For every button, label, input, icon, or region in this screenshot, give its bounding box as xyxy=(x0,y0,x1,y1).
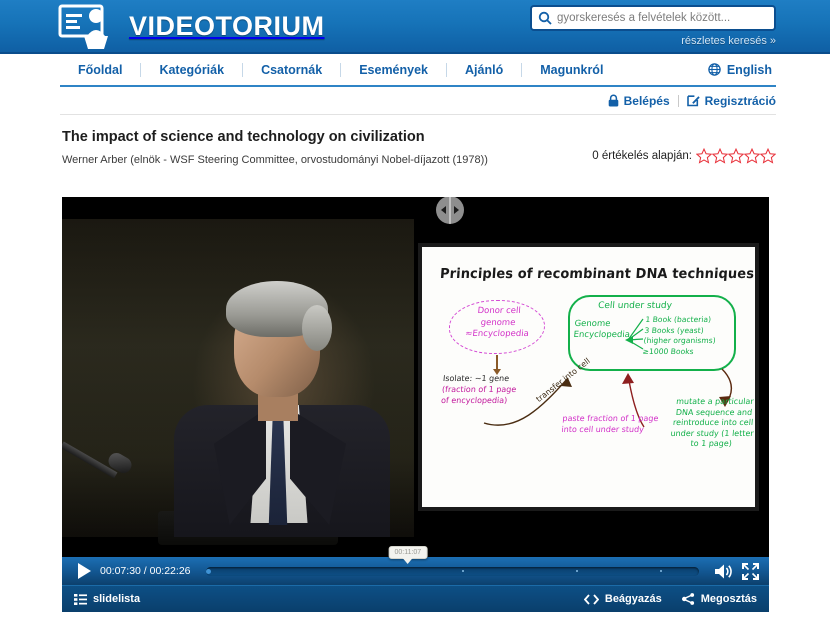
share-icon xyxy=(681,593,694,605)
slide-content: Principles of recombinant DNA techniques… xyxy=(422,247,755,507)
cell-under-study-label: Cell under study xyxy=(597,301,673,311)
volume-icon[interactable] xyxy=(714,563,733,580)
split-left-arrow-icon xyxy=(441,206,446,214)
lock-icon xyxy=(608,94,618,107)
slide-pane[interactable]: Principles of recombinant DNA techniques… xyxy=(418,243,759,511)
speaker-frame xyxy=(62,219,414,545)
player-stage[interactable]: Principles of recombinant DNA techniques… xyxy=(62,197,769,557)
account-separator xyxy=(677,94,679,107)
fullscreen-icon[interactable] xyxy=(742,562,759,580)
globe-icon xyxy=(708,63,721,76)
register-link[interactable]: Regisztráció xyxy=(686,93,776,108)
account-bar: Belépés Regisztráció xyxy=(0,87,830,115)
login-link[interactable]: Belépés xyxy=(608,94,670,108)
slide-marker[interactable] xyxy=(575,570,578,572)
language-switcher[interactable]: English xyxy=(708,63,776,77)
search-area: részletes keresés » xyxy=(530,5,776,47)
mutate-text: mutate a particular DNA sequence and rei… xyxy=(670,397,755,449)
main-navigation: Főoldal Kategóriák Csatornák Események A… xyxy=(0,54,830,87)
page-title: The impact of science and technology on … xyxy=(62,129,425,145)
embed-button[interactable]: Beágyazás xyxy=(583,593,662,605)
rating-label: 0 értékelés alapján: xyxy=(592,150,692,162)
books-line-4: ≥1000 Books xyxy=(642,346,695,356)
register-label: Regisztráció xyxy=(704,93,776,108)
donor-cell-label: Donor cell genome ≈Encyclopedia xyxy=(464,306,530,339)
lectern-presenter-icon xyxy=(58,4,108,49)
player-controls[interactable]: 00:07:30 / 00:22:26 00:11:07 xyxy=(62,546,769,585)
star-icon-3[interactable] xyxy=(728,148,744,164)
slide-marker[interactable] xyxy=(462,570,465,572)
search-icon xyxy=(538,11,552,25)
rating-stars[interactable] xyxy=(696,148,776,164)
play-icon[interactable] xyxy=(78,563,91,579)
pencil-square-icon xyxy=(686,95,700,107)
isolate-line-1: Isolate: ~1 gene xyxy=(442,374,510,383)
books-line-2: 3 Books (yeast) xyxy=(644,325,705,335)
slidelist-button[interactable]: slidelista xyxy=(74,593,140,605)
video-player[interactable]: Principles of recombinant DNA techniques… xyxy=(62,197,769,612)
star-icon-1[interactable] xyxy=(696,148,712,164)
share-label: Megosztás xyxy=(700,593,757,605)
nav-item-kategoriak[interactable]: Kategóriák xyxy=(141,63,242,77)
list-icon xyxy=(74,593,87,605)
genome-encyclopedia-label: Genome Encyclopedia xyxy=(573,319,631,340)
language-label: English xyxy=(726,62,772,77)
star-icon-2[interactable] xyxy=(712,148,728,164)
time-display: 00:07:30 / 00:22:26 xyxy=(100,565,191,577)
split-handle-icon[interactable] xyxy=(436,197,464,224)
nav-item-csatornak[interactable]: Csatornák xyxy=(243,63,340,77)
seek-tooltip: 00:11:07 xyxy=(388,546,428,564)
login-label: Belépés xyxy=(623,93,670,108)
star-icon-4[interactable] xyxy=(744,148,760,164)
books-line-1: 1 Book (bacteria) xyxy=(645,315,712,324)
nav-item-magunkrol[interactable]: Magunkról xyxy=(522,63,621,77)
speaker-hair-side xyxy=(302,305,332,351)
search-input[interactable] xyxy=(557,12,768,24)
split-right-arrow-icon xyxy=(454,206,459,214)
speaker-video-pane[interactable] xyxy=(62,197,414,557)
star-icon-5[interactable] xyxy=(760,148,776,164)
donor-arrow-icon xyxy=(493,355,501,375)
nav-item-ajanlo[interactable]: Ajánló xyxy=(447,63,521,77)
paste-text: paste fraction of 1 page into cell under… xyxy=(561,414,659,434)
site-header: VIDEOTORIUM részletes keresés » xyxy=(0,0,830,54)
slide-title: Principles of recombinant DNA techniques xyxy=(439,266,755,283)
embed-label: Beágyazás xyxy=(604,593,662,605)
slide-marker[interactable] xyxy=(659,570,662,572)
player-bottom-bar: slidelista Beágyazás Megosztás xyxy=(62,585,769,612)
nav-item-esemenyek[interactable]: Események xyxy=(341,63,446,77)
seek-bar[interactable]: 00:11:07 xyxy=(205,546,699,576)
code-brackets-icon xyxy=(583,593,599,605)
share-button[interactable]: Megosztás xyxy=(681,593,757,605)
seek-knob[interactable] xyxy=(205,569,211,574)
seek-track[interactable] xyxy=(205,567,699,576)
brand-logo-link[interactable]: VIDEOTORIUM xyxy=(58,3,325,49)
search-box[interactable] xyxy=(530,5,776,31)
video-header: The impact of science and technology on … xyxy=(62,115,776,177)
advanced-search-link[interactable]: részletes keresés » xyxy=(530,35,776,47)
books-line-3: (higher organisms) xyxy=(643,336,717,345)
nav-item-fooldal[interactable]: Főoldal xyxy=(60,63,140,77)
books-list: 1 Book (bacteria) 3 Books (yeast) (highe… xyxy=(642,315,718,357)
rating-widget[interactable]: 0 értékelés alapján: xyxy=(592,148,776,164)
brand-name: VIDEOTORIUM xyxy=(129,10,325,41)
slidelist-label: slidelista xyxy=(93,593,141,605)
